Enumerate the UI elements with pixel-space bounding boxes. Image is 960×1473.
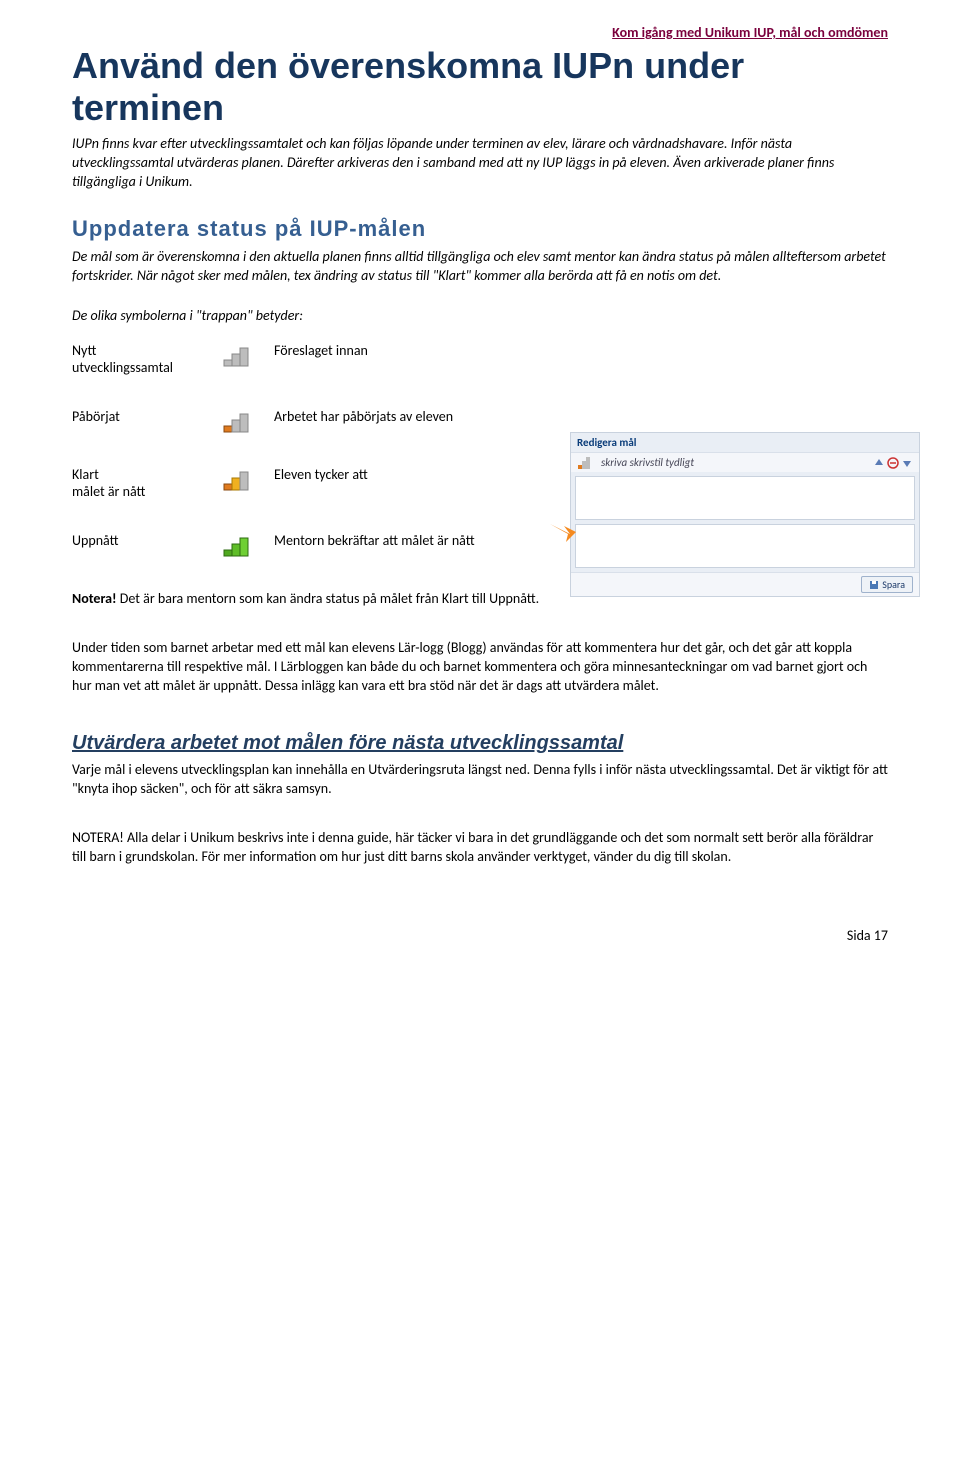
stairs-green-icon (222, 532, 252, 558)
intro-paragraph: IUPn finns kvar efter utvecklingssamtale… (72, 135, 888, 192)
legend-intro: De olika symbolerna i "trappan" betyder: (72, 307, 888, 324)
move-down-icon[interactable] (901, 457, 913, 469)
disk-icon (869, 580, 879, 590)
header-breadcrumb: Kom igång med Unikum IUP, mål och omdöme… (72, 24, 888, 41)
section-heading-1: Uppdatera status på IUP-målen (72, 216, 888, 242)
redigera-mal-panel: Redigera mål skriva skrivstil tydligt Sp… (570, 432, 920, 597)
status-label-paborjat: Påbörjat (72, 408, 120, 425)
paragraph-larlogg: Under tiden som barnet arbetar med ett m… (72, 639, 888, 696)
save-button[interactable]: Spara (861, 576, 913, 593)
status-sub-klart: målet är nått (72, 483, 145, 500)
section1-body: De mål som är överenskomna i den aktuell… (72, 248, 888, 286)
panel-textarea-2[interactable] (575, 524, 915, 568)
status-desc-nytt: Föreslaget innan (274, 342, 888, 359)
notera-2: NOTERA! Alla delar i Unikum beskrivs int… (72, 829, 888, 867)
stairs-orange2-icon (222, 466, 252, 492)
page-number: Sida 17 (72, 927, 888, 944)
status-label-uppnatt: Uppnått (72, 532, 119, 549)
delete-icon[interactable] (887, 457, 899, 469)
section-heading-2: Utvärdera arbetet mot målen före nästa u… (72, 732, 888, 755)
stairs-small-icon (577, 456, 591, 470)
callout-arrow-icon (548, 520, 578, 544)
status-sub-nytt: utvecklingssamtal (72, 359, 173, 376)
page-title: Använd den överenskomna IUPn under termi… (72, 45, 888, 129)
stairs-grey-icon (222, 342, 252, 368)
notera2-text: Alla delar i Unikum beskrivs inte i denn… (72, 829, 873, 865)
panel-goal-row[interactable]: skriva skrivstil tydligt (571, 452, 919, 472)
status-row-paborjat: Påbörjat Arbetet har påbörjats av eleven (72, 408, 888, 434)
stairs-orange1-icon (222, 408, 252, 434)
status-label-nytt: Nytt (72, 342, 96, 359)
status-row-nytt: Nytt utvecklingssamtal Föreslaget innan (72, 342, 888, 376)
section2-body: Varje mål i elevens utvecklingsplan kan … (72, 761, 888, 799)
panel-textarea-1[interactable] (575, 476, 915, 520)
status-label-klart: Klart (72, 466, 99, 483)
panel-title: Redigera mål (571, 433, 919, 452)
row-actions (873, 457, 913, 469)
status-desc-paborjat: Arbetet har påbörjats av eleven (274, 408, 888, 425)
notera1-bold: Notera! (72, 590, 117, 607)
move-up-icon[interactable] (873, 457, 885, 469)
save-button-label: Spara (882, 578, 905, 591)
notera1-text: Det är bara mentorn som kan ändra status… (117, 590, 540, 607)
goal-text[interactable]: skriva skrivstil tydligt (597, 455, 867, 470)
notera2-bold: NOTERA! (72, 829, 124, 846)
